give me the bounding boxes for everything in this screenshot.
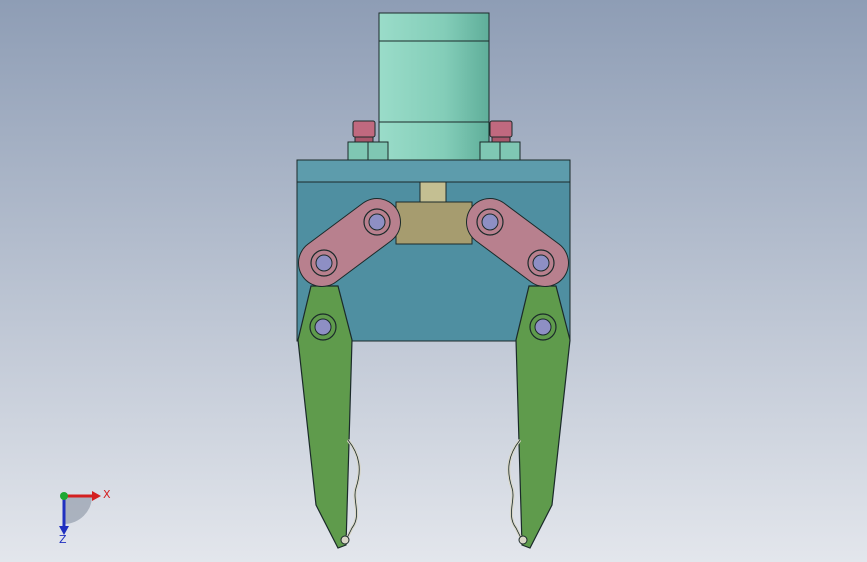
link-left[interactable] [298,198,401,287]
crossbar[interactable] [395,201,473,245]
pin-face [315,254,333,272]
triad-z-label: Z [59,533,67,546]
pin-face [534,318,552,336]
triad-y-axis [60,492,68,500]
pin-face [314,318,332,336]
cylinder-body [378,12,490,162]
bolt-left-shank [354,136,374,143]
pin-face [368,213,386,231]
cylinder[interactable] [378,12,490,162]
jaw-right-tip-pin [518,535,528,545]
cad-viewport[interactable]: X Z [0,0,867,562]
piston-rod [419,181,447,205]
pin-face [481,213,499,231]
bolt-left-head [352,120,376,138]
jaw-left-tip-pin [340,535,350,545]
bolt-right-shank [491,136,511,143]
body-top-face [296,159,571,183]
gripper-model-view[interactable]: X Z [0,0,867,562]
bolt-right-head [489,120,513,138]
pin-face [532,254,550,272]
triad-x-label: X [103,488,111,501]
